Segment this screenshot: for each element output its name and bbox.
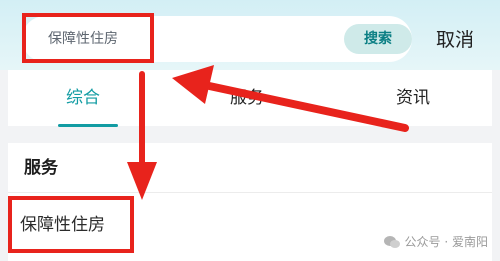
annotation-arrow-tab: [196, 80, 409, 132]
annotation-arrow-down-head: [127, 162, 157, 200]
watermark: 公众号 · 爱南阳: [383, 232, 488, 252]
annotation-arrows: [127, 65, 409, 200]
wechat-icon: [383, 236, 400, 248]
watermark-text: 公众号 · 爱南阳: [404, 235, 488, 249]
search-results-screen: 搜索 取消 综合 服务 资讯 服务 保障性住房 公众号 · 爱南阳: [0, 0, 500, 261]
annotation-arrow-tab-head: [172, 65, 214, 104]
